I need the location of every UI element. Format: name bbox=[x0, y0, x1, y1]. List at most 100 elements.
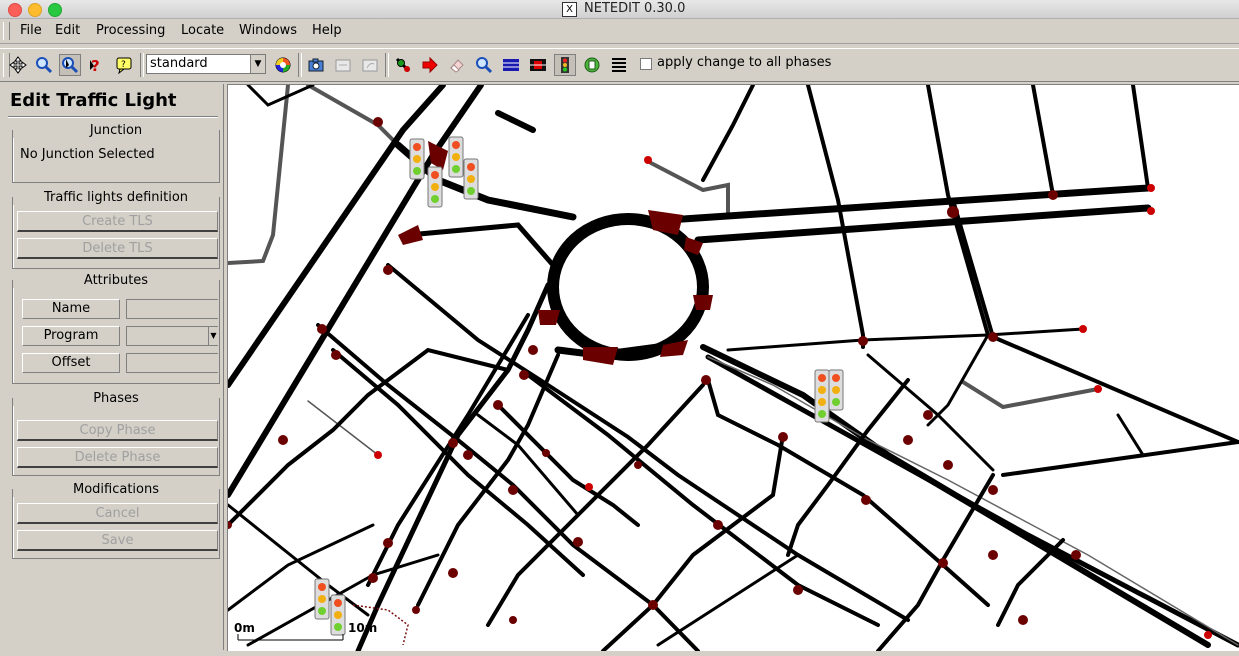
traffic-light-icon bbox=[330, 594, 346, 636]
network-canvas[interactable]: 0m 10m bbox=[227, 84, 1239, 651]
apply-all-phases-label: apply change to all phases bbox=[657, 55, 832, 70]
menu-file[interactable]: File bbox=[20, 23, 42, 38]
program-select[interactable]: ▼ bbox=[126, 326, 218, 346]
junction-marker bbox=[903, 435, 913, 445]
save-button[interactable]: Save bbox=[17, 530, 218, 551]
color-scheme-select[interactable]: standard ▼ bbox=[146, 54, 266, 74]
dead-end-marker bbox=[1147, 184, 1155, 192]
move-mode-icon[interactable] bbox=[419, 54, 441, 76]
junction-marker bbox=[778, 432, 788, 442]
toolbar: ? ? standard ▼ apply change to all phase… bbox=[0, 48, 1239, 82]
select-mode-icon[interactable] bbox=[473, 54, 495, 76]
road-edge bbox=[228, 85, 484, 498]
junction-marker bbox=[448, 438, 458, 448]
road-edge bbox=[601, 433, 785, 651]
roads bbox=[228, 85, 1239, 651]
modifications-heading: Modifications bbox=[13, 482, 219, 497]
screenshot-icon[interactable] bbox=[305, 54, 327, 76]
road-edge bbox=[355, 282, 551, 651]
road-edge bbox=[726, 327, 1085, 352]
traffic-light-mode-icon[interactable] bbox=[554, 54, 576, 76]
road-edge bbox=[1116, 413, 1145, 457]
junction-marker bbox=[538, 310, 560, 325]
junction-marker bbox=[858, 336, 868, 346]
create-tls-button[interactable]: Create TLS bbox=[17, 211, 218, 232]
menubar-grip[interactable] bbox=[3, 22, 10, 40]
toolbar-separator bbox=[298, 53, 302, 77]
copy-phase-button[interactable]: Copy Phase bbox=[17, 420, 218, 441]
eraser-icon[interactable] bbox=[446, 54, 468, 76]
menu-help[interactable]: Help bbox=[312, 23, 342, 38]
prohibition-mode-icon[interactable] bbox=[527, 54, 549, 76]
create-edge-icon[interactable] bbox=[392, 54, 414, 76]
redo-icon[interactable] bbox=[359, 54, 381, 76]
menu-windows[interactable]: Windows bbox=[239, 23, 297, 38]
road-edge bbox=[228, 523, 375, 612]
close-window-button[interactable] bbox=[8, 3, 22, 17]
road-edge bbox=[951, 198, 1239, 444]
name-field[interactable] bbox=[126, 299, 218, 319]
junction-marker bbox=[943, 460, 953, 470]
road-edge bbox=[876, 473, 995, 651]
junction-marker bbox=[373, 117, 383, 127]
road-edge bbox=[1001, 440, 1239, 477]
junction-marker bbox=[573, 537, 583, 547]
connection-mode-icon[interactable] bbox=[500, 54, 522, 76]
network-view[interactable] bbox=[228, 85, 1239, 651]
junction-marker bbox=[317, 324, 327, 334]
chevron-down-icon[interactable]: ▼ bbox=[250, 55, 265, 73]
junction-marker bbox=[519, 370, 529, 380]
menu-processing[interactable]: Processing bbox=[96, 23, 165, 38]
junction-marker bbox=[383, 538, 393, 548]
road-edge bbox=[786, 378, 910, 557]
junction-marker bbox=[383, 265, 393, 275]
junction-marker bbox=[508, 485, 518, 495]
cancel-button[interactable]: Cancel bbox=[17, 503, 218, 524]
tls-definition-heading: Traffic lights definition bbox=[13, 190, 219, 205]
junction-heading: Junction bbox=[13, 123, 219, 138]
road-edge bbox=[656, 553, 800, 647]
attributes-heading: Attributes bbox=[13, 273, 219, 288]
junction-marker bbox=[1071, 550, 1081, 560]
list-icon[interactable] bbox=[608, 54, 630, 76]
traffic-light-icon bbox=[463, 158, 479, 200]
dead-end-marker bbox=[644, 156, 652, 164]
road-edge bbox=[701, 85, 755, 182]
additional-mode-icon[interactable] bbox=[581, 54, 603, 76]
delete-mode-icon[interactable]: ? bbox=[86, 54, 108, 76]
dead-end-marker bbox=[374, 451, 382, 459]
x11-icon: X bbox=[562, 2, 577, 17]
maximize-window-button[interactable] bbox=[48, 3, 62, 17]
chevron-down-icon[interactable]: ▼ bbox=[208, 327, 218, 345]
delete-tls-button[interactable]: Delete TLS bbox=[17, 238, 218, 259]
inspect-icon[interactable] bbox=[59, 54, 81, 76]
toolbar-separator bbox=[385, 53, 389, 77]
dead-end-marker bbox=[1204, 631, 1212, 639]
junction-marker bbox=[583, 347, 618, 365]
road-edge bbox=[228, 85, 290, 265]
offset-field[interactable] bbox=[126, 353, 218, 373]
road-edge bbox=[246, 85, 315, 107]
road-edge bbox=[405, 222, 556, 268]
menu-edit[interactable]: Edit bbox=[55, 23, 80, 38]
undo-icon[interactable] bbox=[332, 54, 354, 76]
junction-marker bbox=[648, 600, 658, 610]
delete-phase-button[interactable]: Delete Phase bbox=[17, 447, 218, 468]
apply-all-phases-checkbox[interactable] bbox=[640, 58, 652, 70]
annotation-icon[interactable]: ? bbox=[113, 54, 135, 76]
name-label: Name bbox=[22, 299, 120, 319]
junction-marker bbox=[509, 616, 517, 624]
zoom-icon[interactable] bbox=[33, 54, 55, 76]
minimize-window-button[interactable] bbox=[28, 3, 42, 17]
scale-end-label: 10m bbox=[348, 621, 378, 635]
color-wheel-icon[interactable] bbox=[272, 54, 294, 76]
junction-marker bbox=[923, 410, 933, 420]
dead-end-marker bbox=[1147, 207, 1155, 215]
pan-icon[interactable] bbox=[7, 54, 29, 76]
panel-title: Edit Traffic Light bbox=[10, 90, 177, 111]
dead-end-marker bbox=[585, 483, 593, 491]
menu-locate[interactable]: Locate bbox=[181, 23, 224, 38]
toolbar-separator bbox=[140, 53, 144, 77]
menu-bar: File Edit Processing Locate Windows Help bbox=[0, 19, 1239, 44]
road-edge bbox=[496, 403, 640, 527]
